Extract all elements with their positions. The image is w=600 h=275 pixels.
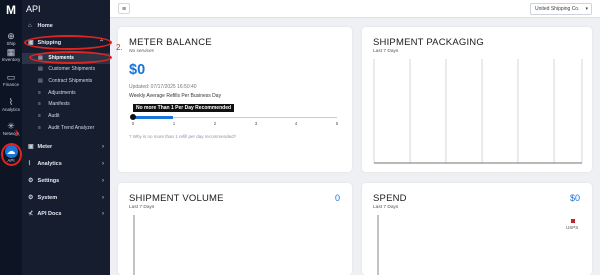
meter-balance-value: $0: [129, 62, 146, 78]
slider-tick: 2: [213, 121, 217, 126]
chevron-right-icon: ›: [102, 161, 104, 167]
customer-shipments-icon: ▤: [38, 66, 43, 72]
home-icon: ⌂: [28, 23, 32, 29]
system-gear-icon: ⚙: [28, 195, 34, 201]
slider-tick: 4: [294, 121, 298, 126]
slider-tick: 0: [131, 121, 135, 126]
refill-help-link[interactable]: ? Why is no more than 1 refill per day r…: [129, 134, 236, 139]
audit-trend-icon: ≡: [38, 125, 41, 131]
carrier-select-value: United Shipping Co.: [535, 6, 580, 12]
ship-icon: ⊕: [7, 31, 15, 41]
help-link-text: Why is no more than 1 refill per day rec…: [132, 134, 237, 139]
nav-item-meter[interactable]: ▣ Meter ›: [22, 141, 110, 154]
shipment-packaging-card: SHIPMENT PACKAGING Last 7 Days: [362, 27, 592, 172]
nav-item-label: Meter: [37, 144, 53, 150]
chevron-right-icon: ›: [102, 211, 104, 217]
sub-item-audit-trend-analyzer[interactable]: ≡ Audit Trend Analyzer: [22, 123, 110, 134]
docs-icon: ⊀: [28, 211, 34, 217]
refill-slider-handle[interactable]: [130, 114, 136, 120]
help-circle-icon: ?: [129, 134, 132, 139]
spend-chart: [377, 215, 379, 275]
sub-item-label: Customer Shipments: [48, 66, 96, 72]
nav-item-label: API Docs: [37, 211, 62, 217]
chevron-down-icon: ▾: [585, 6, 588, 12]
chevron-right-icon: ›: [102, 195, 104, 201]
analytics-icon: ⌇: [8, 97, 14, 107]
carrier-select[interactable]: United Shipping Co. ▾: [530, 3, 592, 15]
audit-icon: ≡: [38, 113, 41, 119]
inventory-icon: ▦: [6, 47, 16, 57]
app-logo[interactable]: M: [4, 4, 18, 16]
nav-item-label: System: [37, 195, 58, 201]
analytics-icon: ⌇: [28, 161, 31, 167]
legend-label: USPS: [566, 225, 579, 230]
manifests-icon: ≡: [38, 101, 41, 107]
sub-item-audit[interactable]: ≡ Audit: [22, 111, 110, 122]
sub-item-contract-shipments[interactable]: ▤ Contract Shipments: [22, 76, 110, 87]
shipment-volume-card: SHIPMENT VOLUME 0 Last 7 Days: [118, 183, 352, 275]
nav-item-home[interactable]: ⌂ Home: [22, 20, 110, 33]
annotation-ellipse-api: [1, 143, 22, 166]
hamburger-icon: ≡: [121, 6, 127, 13]
rail-item-label: Inventory: [1, 57, 21, 62]
chevron-right-icon: ›: [102, 144, 104, 150]
sub-item-label: Manifests: [48, 101, 70, 107]
gear-icon: ⚙: [28, 178, 34, 184]
annotation-step-2: 2.: [116, 43, 123, 52]
slider-tick: 3: [254, 121, 258, 126]
slider-tick: 1: [172, 121, 176, 126]
sub-item-label: Audit: [48, 113, 60, 119]
sub-item-adjustments[interactable]: ≡ Adjustments: [22, 88, 110, 99]
rail-item-finance[interactable]: ▭ Finance: [0, 72, 22, 94]
nav-item-api-docs[interactable]: ⊀ API Docs ›: [22, 208, 110, 221]
slider-tick: 5: [335, 121, 339, 126]
refill-slider-fill: [132, 116, 173, 119]
meter-balance-card: METER BALANCE No services $0 Updated: 07…: [118, 27, 352, 172]
nav-item-label: Home: [37, 23, 53, 29]
adjustments-icon: ≡: [38, 90, 41, 96]
annotation-ellipse-shipments: [29, 51, 112, 64]
rail-item-label: Finance: [2, 82, 19, 87]
slider-tooltip: No more Than 1 Per Day Recommended: [133, 104, 235, 112]
sub-item-customer-shipments[interactable]: ▤ Customer Shipments: [22, 64, 110, 75]
legend-swatch: [571, 219, 575, 223]
updated-timestamp: Updated: 07/17/2025 16:50:40: [129, 84, 197, 90]
chevron-right-icon: ›: [102, 178, 104, 184]
nav-item-settings[interactable]: ⚙ Settings ›: [22, 175, 110, 188]
hamburger-menu-button[interactable]: ≡: [118, 3, 130, 14]
sub-item-label: Contract Shipments: [48, 78, 93, 84]
volume-chart: [133, 215, 135, 275]
api-dashboard: M ⊕ Ship ▦ Inventory ▭ Finance ⌇ Analyti…: [0, 0, 600, 275]
nav-item-system[interactable]: ⚙ System ›: [22, 192, 110, 205]
top-bar: ≡ United Shipping Co. ▾: [110, 0, 600, 18]
rail-item-inventory[interactable]: ▦ Inventory: [0, 47, 22, 69]
finance-icon: ▭: [6, 72, 16, 82]
sub-item-label: Audit Trend Analyzer: [48, 125, 95, 131]
sub-item-label: Adjustments: [48, 90, 76, 96]
rail-item-label: Analytics: [1, 107, 20, 112]
spend-card: SPEND $0 Last 7 Days USPS: [362, 183, 592, 275]
annotation-step-1: 1.: [14, 129, 21, 138]
nav-title: API: [26, 4, 41, 14]
nav-item-label: Analytics: [37, 161, 62, 167]
nav-item-analytics[interactable]: ⌇ Analytics ›: [22, 158, 110, 171]
rail-item-analytics[interactable]: ⌇ Analytics: [0, 97, 22, 119]
nav-item-label: Settings: [37, 178, 60, 184]
annotation-ellipse-shipping: [24, 35, 112, 50]
sub-item-manifests[interactable]: ≡ Manifests: [22, 99, 110, 110]
contract-shipments-icon: ▤: [38, 78, 43, 84]
meter-icon: ▣: [28, 144, 34, 150]
packaging-chart: [373, 59, 583, 164]
weekly-refills-label: Weekly Average Refills Per Business Day: [129, 93, 222, 99]
card-subtitle: No services: [129, 49, 155, 54]
card-title: METER BALANCE: [129, 37, 212, 48]
